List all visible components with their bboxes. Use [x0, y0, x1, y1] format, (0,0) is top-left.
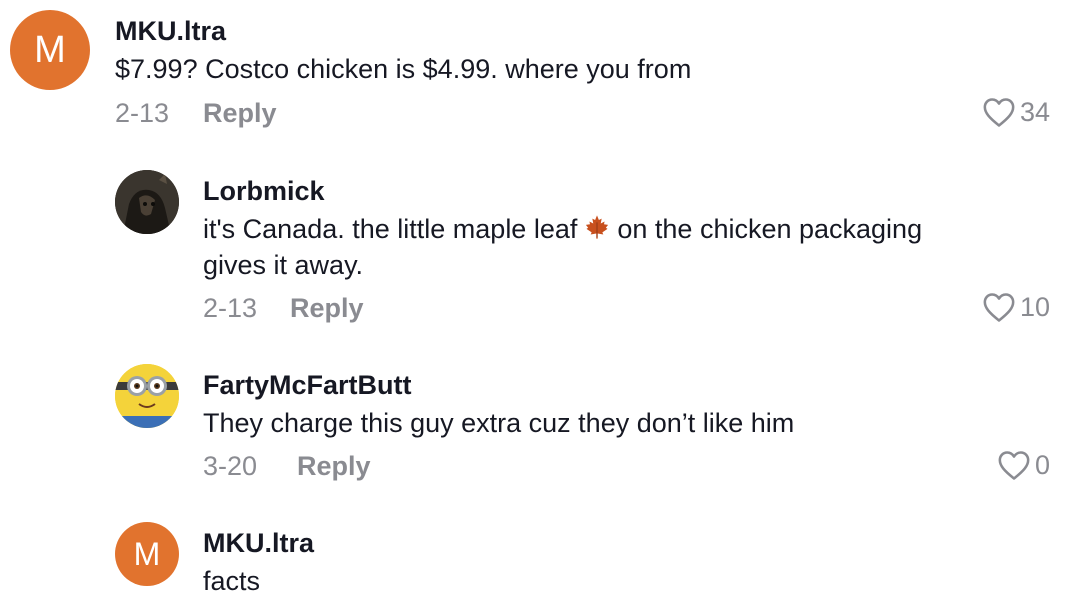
comment-text: facts: [203, 566, 261, 596]
comment-4: M MKU.ltra facts: [0, 0, 1080, 606]
comment-username[interactable]: MKU.ltra: [203, 528, 314, 559]
avatar-letter: M: [133, 535, 161, 572]
avatar[interactable]: M: [115, 522, 179, 586]
